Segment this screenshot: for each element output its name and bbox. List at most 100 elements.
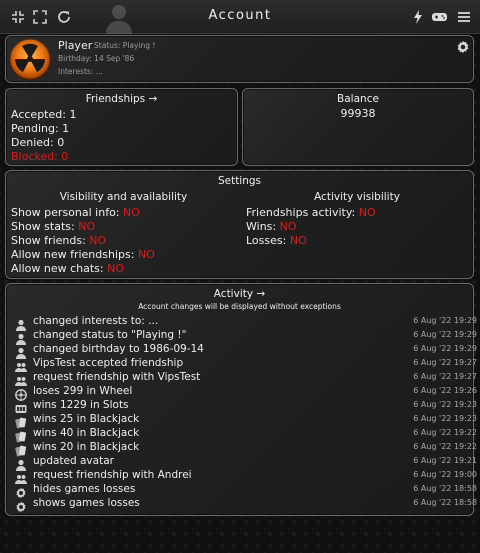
setting-value[interactable]: NO xyxy=(359,206,376,219)
profile-interests: Interests: ... xyxy=(58,67,103,76)
activity-text: hides games losses xyxy=(33,483,136,495)
setting-value[interactable]: NO xyxy=(107,262,124,275)
activity-text: wins 40 in Blackjack xyxy=(33,427,140,439)
activity-time: 6 Aug '22 19:00 xyxy=(413,470,477,479)
activity-text: changed birthday to 1986-09-14 xyxy=(33,343,204,355)
activity-text: changed status to "Playing !" xyxy=(33,329,187,341)
users-icon xyxy=(15,372,27,386)
profile-panel: Player Status: Playing ! Birthday: 14 Se… xyxy=(5,35,474,83)
activity-text: wins 20 in Blackjack xyxy=(33,441,140,453)
friendships-accepted: Accepted: 1 xyxy=(11,108,77,121)
users-icon xyxy=(15,358,27,372)
activity-text: loses 299 in Wheel xyxy=(33,385,133,397)
setting-value[interactable]: NO xyxy=(123,206,140,219)
settings-activity-title: Activity visibility xyxy=(314,191,400,203)
activity-time: 6 Aug '22 18:58 xyxy=(413,498,477,507)
balance-value: 99938 xyxy=(340,107,376,120)
activity-time: 6 Aug '22 19:23 xyxy=(413,400,477,409)
profile-status: Status: Playing ! xyxy=(94,41,156,50)
activity-text: shows games losses xyxy=(33,497,140,509)
setting-show-stats[interactable]: Show stats: NO xyxy=(11,220,95,233)
user-icon xyxy=(15,330,27,345)
activity-text: request friendship with VipsTest xyxy=(33,371,201,383)
cards-icon xyxy=(15,414,27,429)
activity-row: wins 1229 in Slots 6 Aug '22 19:23 xyxy=(15,399,477,413)
activity-time: 6 Aug '22 19:23 xyxy=(413,414,477,423)
activity-row: changed status to "Playing !" 6 Aug '22 1… xyxy=(15,329,477,345)
setting-show-personal-info[interactable]: Show personal info: NO xyxy=(11,206,140,219)
setting-value[interactable]: NO xyxy=(78,220,95,233)
avatar[interactable] xyxy=(9,38,51,80)
activity-text: changed interests to: ... xyxy=(33,315,159,327)
profile-name: Player xyxy=(58,39,93,52)
setting-show-friends[interactable]: Show friends: NO xyxy=(11,234,106,247)
activity-row: wins 40 in Blackjack 6 Aug '22 19:22 xyxy=(15,427,477,443)
setting-value[interactable]: NO xyxy=(280,220,297,233)
activity-time: 6 Aug '22 19:22 xyxy=(413,428,477,437)
setting-value[interactable]: NO xyxy=(138,248,155,261)
friendships-pending: Pending: 1 xyxy=(11,122,70,135)
activity-row: request friendship with VipsTest 6 Aug '2… xyxy=(15,371,477,386)
activity-time: 6 Aug '22 18:58 xyxy=(413,484,477,493)
activity-row: shows games losses 6 Aug '22 18:58 xyxy=(15,497,477,513)
balance-panel: Balance 99938 xyxy=(242,88,474,166)
cards-icon xyxy=(15,428,27,443)
activity-time: 6 Aug '22 19:22 xyxy=(413,442,477,451)
activity-time: 6 Aug '22 19:29 xyxy=(413,344,477,353)
activity-text: VipsTest accepted friendship xyxy=(33,357,184,369)
user-icon xyxy=(15,456,27,471)
activity-time: 6 Aug '22 19:29 xyxy=(413,330,477,339)
cards-icon xyxy=(15,442,27,457)
activity-row: VipsTest accepted friendship 6 Aug '22 19… xyxy=(15,357,477,372)
activity-row: hides games losses 6 Aug '22 18:58 xyxy=(15,483,477,499)
activity-time: 6 Aug '22 19:26 xyxy=(413,386,477,395)
top-bar: Account xyxy=(0,0,480,34)
activity-text: updated avatar xyxy=(33,455,114,467)
gamepad-icon[interactable] xyxy=(431,9,448,25)
setting-allow-new-friendships[interactable]: Allow new friendships: NO xyxy=(11,248,155,261)
activity-panel: Activity → Account changes will be displ… xyxy=(5,283,477,516)
profile-birthday: Birthday: 14 Sep '86 xyxy=(58,54,135,63)
user-icon xyxy=(15,316,27,331)
balance-title: Balance xyxy=(337,93,379,105)
settings-panel: Settings Visibility and availability Act… xyxy=(5,170,474,279)
friendships-blocked: Blocked: 0 xyxy=(11,150,69,163)
settings-title: Settings xyxy=(217,175,262,187)
gear-icon[interactable] xyxy=(456,40,470,54)
activity-row: wins 25 in Blackjack 6 Aug '22 19:23 xyxy=(15,413,477,429)
lightning-icon[interactable] xyxy=(410,9,426,25)
settings-visibility-title: Visibility and availability xyxy=(59,191,188,203)
activity-text: wins 1229 in Slots xyxy=(33,399,129,411)
gear-icon xyxy=(15,484,27,499)
friendships-title[interactable]: Friendships → xyxy=(6,93,237,105)
activity-time: 6 Aug '22 19:29 xyxy=(413,316,477,325)
activity-time: 6 Aug '22 19:27 xyxy=(413,372,477,381)
gear-icon xyxy=(15,498,27,513)
setting-value[interactable]: NO xyxy=(89,234,106,247)
activity-row: request friendship with Andrei 6 Aug '22 … xyxy=(15,469,477,484)
activity-time: 6 Aug '22 19:21 xyxy=(413,456,477,465)
slots-icon xyxy=(15,400,27,413)
setting-value[interactable]: NO xyxy=(290,234,307,247)
activity-row: updated avatar 6 Aug '22 19:21 xyxy=(15,455,477,471)
menu-icon[interactable] xyxy=(456,9,472,25)
activity-text: request friendship with Andrei xyxy=(33,469,192,481)
activity-row: changed birthday to 1986-09-14 6 Aug '22 … xyxy=(15,343,477,359)
activity-row: loses 299 in Wheel 6 Aug '22 19:26 xyxy=(15,385,477,401)
activity-subtitle: Account changes will be displayed withou… xyxy=(138,302,341,311)
friendships-panel[interactable]: Friendships → Accepted: 1 Pending: 1 Den… xyxy=(5,88,238,166)
user-icon xyxy=(15,344,27,359)
setting-allow-new-chats[interactable]: Allow new chats: NO xyxy=(11,262,124,275)
wheel-icon xyxy=(15,386,27,401)
activity-time: 6 Aug '22 19:27 xyxy=(413,358,477,367)
friendships-denied: Denied: 0 xyxy=(11,136,65,149)
activity-text: wins 25 in Blackjack xyxy=(33,413,140,425)
setting-wins[interactable]: Wins: NO xyxy=(246,220,297,233)
setting-losses[interactable]: Losses: NO xyxy=(246,234,307,247)
activity-row: changed interests to: ... 6 Aug '22 19:29 xyxy=(15,315,477,331)
activity-row: wins 20 in Blackjack 6 Aug '22 19:22 xyxy=(15,441,477,457)
setting-friendships-activity[interactable]: Friendships activity: NO xyxy=(246,206,376,219)
page-title: Account xyxy=(208,8,272,23)
users-icon xyxy=(15,470,27,484)
activity-title[interactable]: Activity → xyxy=(6,288,473,300)
